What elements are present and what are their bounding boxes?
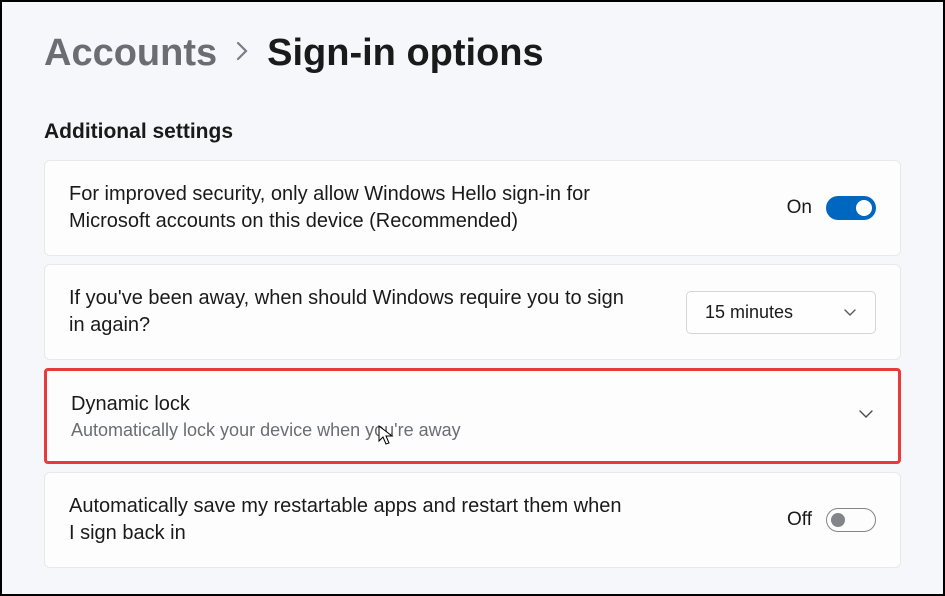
setting-title: Dynamic lock [71, 391, 828, 418]
setting-text: If you've been away, when should Windows… [69, 285, 656, 339]
setting-text: For improved security, only allow Window… [69, 181, 757, 235]
chevron-right-icon [235, 41, 249, 66]
breadcrumb: Accounts Sign-in options [44, 32, 901, 75]
setting-title: If you've been away, when should Windows… [69, 285, 629, 339]
setting-subtitle: Automatically lock your device when you'… [71, 420, 828, 441]
setting-text: Automatically save my restartable apps a… [69, 493, 757, 547]
setting-dynamic-lock[interactable]: Dynamic lock Automatically lock your dev… [44, 368, 901, 464]
setting-control: Off [787, 508, 876, 532]
settings-list: For improved security, only allow Window… [44, 160, 901, 568]
setting-hello-signin: For improved security, only allow Window… [44, 160, 901, 256]
setting-require-signin: If you've been away, when should Windows… [44, 264, 901, 360]
setting-title: For improved security, only allow Window… [69, 181, 629, 235]
chevron-down-icon [843, 302, 857, 323]
page-title: Sign-in options [267, 32, 544, 75]
toggle-state-label: On [787, 197, 812, 219]
setting-control: On [787, 196, 876, 220]
chevron-down-icon [858, 407, 874, 425]
toggle-knob [856, 200, 872, 216]
setting-control [858, 407, 874, 425]
toggle-switch[interactable] [826, 196, 876, 220]
section-title: Additional settings [44, 120, 901, 144]
timeout-dropdown[interactable]: 15 minutes [686, 291, 876, 334]
setting-control: 15 minutes [686, 291, 876, 334]
toggle-state-label: Off [787, 509, 812, 531]
breadcrumb-parent[interactable]: Accounts [44, 32, 217, 75]
dropdown-value: 15 minutes [705, 302, 793, 323]
setting-title: Automatically save my restartable apps a… [69, 493, 629, 547]
setting-text: Dynamic lock Automatically lock your dev… [71, 391, 828, 441]
setting-restartable-apps: Automatically save my restartable apps a… [44, 472, 901, 568]
toggle-knob [831, 513, 845, 527]
toggle-switch[interactable] [826, 508, 876, 532]
